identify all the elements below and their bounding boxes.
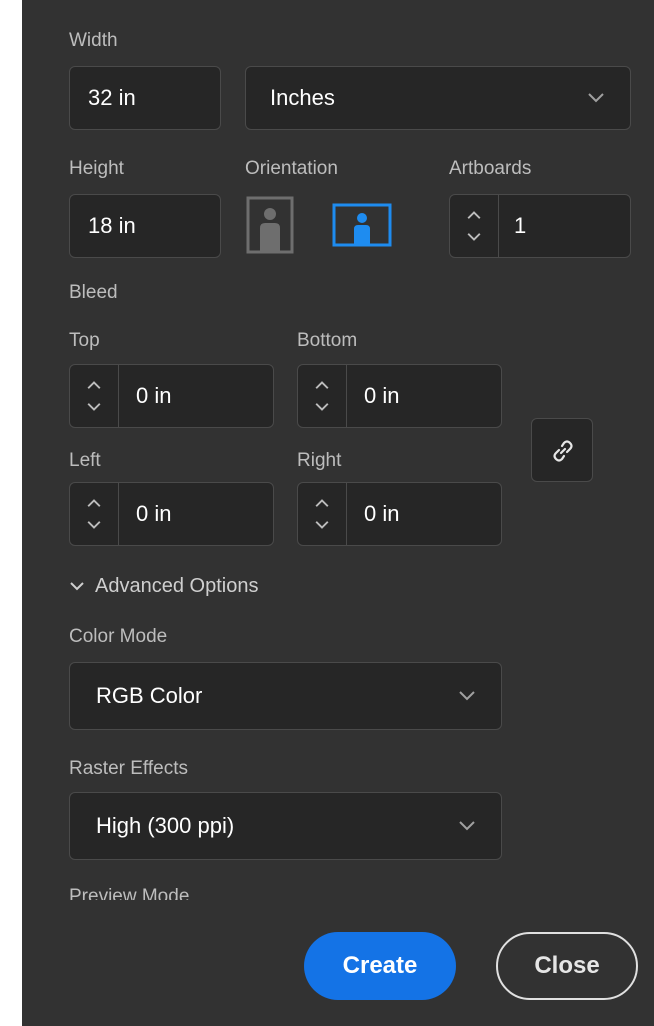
link-bleed-button[interactable] bbox=[531, 418, 593, 482]
orientation-label: Orientation bbox=[245, 158, 338, 179]
artboards-stepper[interactable]: 1 bbox=[449, 194, 631, 258]
bleed-bottom-label: Bottom bbox=[297, 330, 358, 351]
bleed-label: Bleed bbox=[69, 282, 118, 303]
bleed-top-label: Top bbox=[69, 330, 100, 351]
portrait-orientation-icon[interactable] bbox=[246, 196, 294, 254]
width-value: 32 in bbox=[88, 85, 136, 110]
up-down-arrows-icon[interactable] bbox=[450, 195, 498, 257]
link-icon bbox=[553, 440, 573, 462]
bleed-left-value: 0 in bbox=[136, 501, 172, 526]
landscape-orientation-icon[interactable] bbox=[332, 203, 392, 247]
close-button[interactable]: Close bbox=[496, 932, 638, 1000]
new-document-panel: Width 32 in Inches Height Orientation Ar… bbox=[22, 0, 654, 1026]
raster-effects-dropdown[interactable]: High (300 ppi) bbox=[69, 792, 502, 860]
height-value: 18 in bbox=[88, 213, 136, 238]
units-dropdown[interactable]: Inches bbox=[245, 66, 631, 130]
up-down-arrows-icon[interactable] bbox=[298, 365, 346, 427]
bleed-right-label: Right bbox=[297, 450, 342, 471]
artboards-value: 1 bbox=[514, 213, 527, 238]
up-down-arrows-icon[interactable] bbox=[70, 365, 118, 427]
advanced-options-label: Advanced Options bbox=[95, 574, 259, 597]
up-down-arrows-icon[interactable] bbox=[298, 483, 346, 545]
chevron-down-icon bbox=[459, 691, 475, 701]
raster-effects-value: High (300 ppi) bbox=[96, 813, 235, 838]
chevron-down-icon bbox=[459, 821, 475, 831]
artboards-label: Artboards bbox=[449, 158, 532, 179]
up-down-arrows-icon[interactable] bbox=[70, 483, 118, 545]
bleed-right-value: 0 in bbox=[364, 501, 400, 526]
raster-effects-label: Raster Effects bbox=[69, 758, 188, 779]
color-mode-value: RGB Color bbox=[96, 683, 203, 708]
advanced-options-toggle[interactable]: Advanced Options bbox=[69, 574, 258, 598]
height-label: Height bbox=[69, 158, 124, 179]
color-mode-label: Color Mode bbox=[69, 626, 168, 647]
bleed-left-label: Left bbox=[69, 450, 101, 471]
width-label: Width bbox=[69, 30, 118, 51]
bleed-right-stepper[interactable]: 0 in bbox=[297, 482, 502, 546]
bleed-left-stepper[interactable]: 0 in bbox=[69, 482, 274, 546]
bleed-top-stepper[interactable]: 0 in bbox=[69, 364, 274, 428]
height-field[interactable]: 18 in bbox=[69, 194, 221, 258]
bleed-bottom-value: 0 in bbox=[364, 383, 400, 408]
create-button[interactable]: Create bbox=[304, 932, 456, 1000]
color-mode-dropdown[interactable]: RGB Color bbox=[69, 662, 502, 730]
bleed-top-value: 0 in bbox=[136, 383, 172, 408]
bleed-bottom-stepper[interactable]: 0 in bbox=[297, 364, 502, 428]
units-value: Inches bbox=[270, 85, 335, 110]
chevron-down-icon bbox=[70, 582, 84, 591]
width-field[interactable]: 32 in bbox=[69, 66, 221, 130]
chevron-down-icon bbox=[588, 93, 604, 103]
